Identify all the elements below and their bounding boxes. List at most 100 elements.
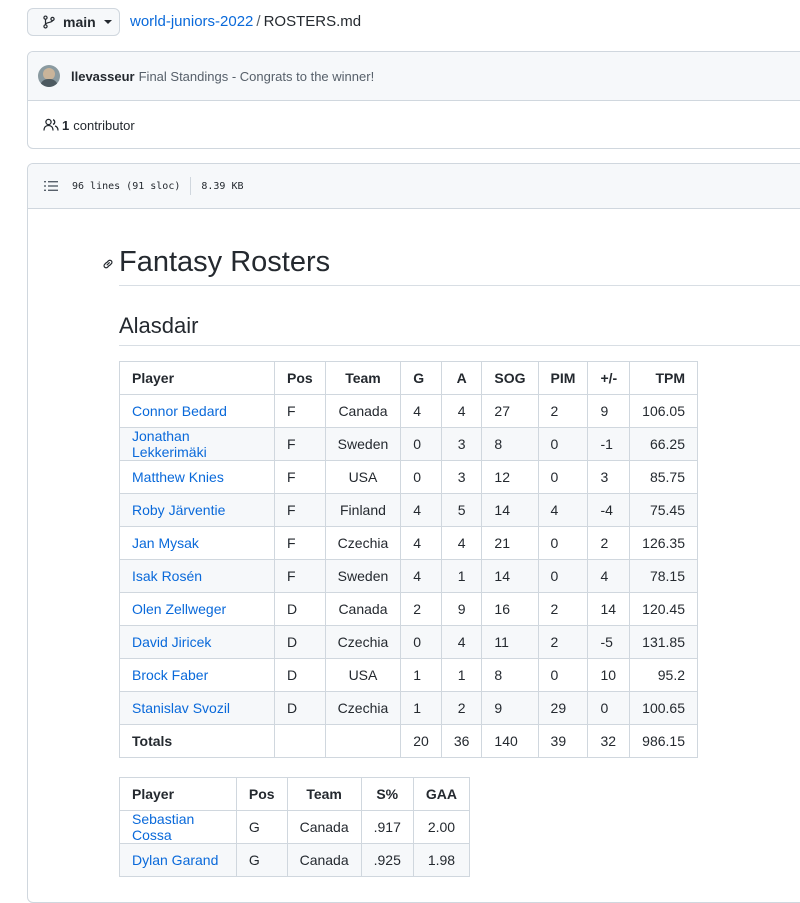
player-link[interactable]: Jan Mysak — [132, 535, 199, 551]
table-cell: Czechia — [324, 691, 402, 725]
table-cell: 1 — [440, 658, 483, 692]
table-cell: 9 — [587, 394, 631, 428]
player-link[interactable]: Sebastian Cossa — [132, 811, 194, 843]
column-header: +/- — [587, 361, 631, 395]
table-cell: 0 — [587, 691, 631, 725]
table-cell: D — [273, 691, 326, 725]
table-cell: 4 — [440, 526, 483, 560]
table-row: Jan Mysak F Czechia 4 4 21 0 2 126.35 — [119, 526, 698, 560]
column-header: PIM — [537, 361, 589, 395]
table-cell: 12 — [481, 460, 539, 494]
player-link[interactable]: David Jiricek — [132, 634, 211, 650]
player-link[interactable]: Roby Järventie — [132, 502, 225, 518]
player-link[interactable]: Dylan Garand — [132, 852, 218, 868]
table-cell: 66.25 — [629, 427, 698, 461]
table-cell: USA — [324, 460, 402, 494]
totals-cell: 39 — [537, 724, 589, 758]
latest-commit-row: llevasseur Final Standings - Congrats to… — [28, 52, 800, 101]
table-cell: 10 — [587, 658, 631, 692]
column-header: A — [440, 361, 483, 395]
column-header: S% — [360, 777, 414, 811]
table-cell: 8 — [481, 658, 539, 692]
table-cell: F — [273, 493, 326, 527]
table-cell: 2 — [537, 592, 589, 626]
file-name: ROSTERS.md — [263, 13, 362, 30]
table-cell: -1 — [587, 427, 631, 461]
player-cell: Jan Mysak — [119, 526, 275, 560]
player-link[interactable]: Connor Bedard — [132, 403, 227, 419]
table-header-row: Player Pos Team S% GAA — [119, 777, 471, 811]
commit-author[interactable]: llevasseur — [71, 69, 135, 84]
contributors-row[interactable]: 1 contributor — [28, 101, 800, 148]
anchor-link-icon[interactable] — [101, 257, 115, 271]
table-cell: 4 — [400, 526, 442, 560]
table-cell: 100.65 — [629, 691, 698, 725]
table-cell: D — [273, 592, 326, 626]
column-header: TPM — [629, 361, 698, 395]
table-row: Jonathan Lekkerimäki F Sweden 0 3 8 0 -1 66.25 — [119, 427, 698, 461]
table-cell: G — [235, 810, 288, 844]
table-row: Dylan Garand G Canada .925 1.98 — [119, 843, 471, 877]
table-cell: 0 — [400, 427, 442, 461]
table-row: Brock Faber D USA 1 1 8 0 10 95.2 — [119, 658, 698, 692]
player-cell: Brock Faber — [119, 658, 275, 692]
table-cell: Canada — [324, 592, 402, 626]
table-cell: 126.35 — [629, 526, 698, 560]
table-cell: 2 — [537, 625, 589, 659]
table-cell: D — [273, 625, 326, 659]
table-cell: F — [273, 427, 326, 461]
player-link[interactable]: Matthew Knies — [132, 469, 224, 485]
player-link[interactable]: Olen Zellweger — [132, 601, 226, 617]
commit-message[interactable]: Final Standings - Congrats to the winner… — [139, 69, 375, 84]
table-cell: 3 — [440, 460, 483, 494]
totals-row: Totals 20 36 140 39 32 986.15 — [119, 724, 698, 758]
table-cell: 4 — [440, 394, 483, 428]
table-cell: Sweden — [324, 427, 402, 461]
outline-list-icon[interactable] — [44, 180, 58, 192]
table-cell: 0 — [537, 427, 589, 461]
table-cell: 4 — [537, 493, 589, 527]
repo-link[interactable]: world-juniors-2022 — [130, 13, 253, 30]
column-header: Team — [286, 777, 362, 811]
table-row: Connor Bedard F Canada 4 4 27 2 9 106.05 — [119, 394, 698, 428]
player-cell: Sebastian Cossa — [119, 810, 237, 844]
table-cell: 2 — [587, 526, 631, 560]
table-cell: USA — [324, 658, 402, 692]
table-cell: 0 — [537, 658, 589, 692]
table-row: David Jiricek D Czechia 0 4 11 2 -5 131.85 — [119, 625, 698, 659]
totals-cell: Totals — [119, 724, 275, 758]
table-cell: Canada — [286, 810, 362, 844]
avatar[interactable] — [38, 65, 60, 87]
table-cell: 1 — [400, 658, 442, 692]
table-cell: 106.05 — [629, 394, 698, 428]
table-cell: 2 — [400, 592, 442, 626]
table-cell: D — [273, 658, 326, 692]
people-icon — [43, 118, 59, 131]
table-cell: 4 — [400, 559, 442, 593]
table-cell: Sweden — [324, 559, 402, 593]
totals-cell — [324, 724, 402, 758]
table-cell: 2.00 — [412, 810, 471, 844]
player-link[interactable]: Brock Faber — [132, 667, 208, 683]
table-cell: 1 — [400, 691, 442, 725]
player-link[interactable]: Stanislav Svozil — [132, 700, 230, 716]
table-cell: 16 — [481, 592, 539, 626]
branch-name: main — [63, 14, 96, 30]
table-cell: .917 — [360, 810, 414, 844]
column-header: SOG — [481, 361, 539, 395]
player-link[interactable]: Jonathan Lekkerimäki — [132, 428, 207, 460]
table-cell: Canada — [286, 843, 362, 877]
player-cell: Jonathan Lekkerimäki — [119, 427, 275, 461]
player-cell: Isak Rosén — [119, 559, 275, 593]
totals-cell: 36 — [440, 724, 483, 758]
table-cell: 1 — [440, 559, 483, 593]
table-cell: 131.85 — [629, 625, 698, 659]
table-cell: G — [235, 843, 288, 877]
table-cell: 1.98 — [412, 843, 471, 877]
table-row: Sebastian Cossa G Canada .917 2.00 — [119, 810, 471, 844]
table-row: Isak Rosén F Sweden 4 1 14 0 4 78.15 — [119, 559, 698, 593]
table-cell: 2 — [440, 691, 483, 725]
column-header: GAA — [412, 777, 471, 811]
player-link[interactable]: Isak Rosén — [132, 568, 202, 584]
branch-select-button[interactable]: main — [27, 8, 120, 36]
